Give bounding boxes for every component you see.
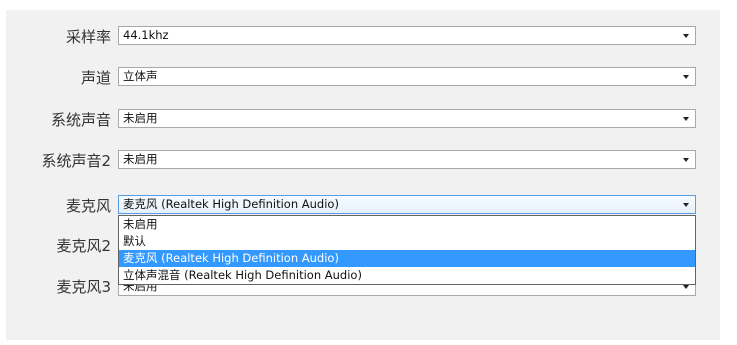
microphone-select[interactable]: 麦克风 (Realtek High Definition Audio) (118, 195, 696, 214)
microphone-option-stereo-mix[interactable]: 立体声混音 (Realtek High Definition Audio) (119, 267, 695, 284)
chevron-down-icon (680, 27, 690, 44)
chevron-down-icon (680, 110, 690, 127)
channels-value: 立体声 (123, 69, 158, 83)
microphone-3-label: 麦克风3 (56, 278, 111, 296)
chevron-down-icon (680, 68, 690, 85)
microphone-value: 麦克风 (Realtek High Definition Audio) (123, 197, 339, 211)
system-audio-value: 未启用 (123, 111, 158, 125)
microphone-option-default[interactable]: 默认 (119, 233, 695, 250)
system-audio-2-label: 系统声音2 (41, 152, 111, 170)
chevron-down-icon (680, 196, 690, 213)
microphone-option-disabled[interactable]: 未启用 (119, 216, 695, 233)
microphone-option-realtek-mic[interactable]: 麦克风 (Realtek High Definition Audio) (119, 250, 695, 267)
microphone-2-label: 麦克风2 (56, 237, 111, 255)
microphone-dropdown-list: 未启用 默认 麦克风 (Realtek High Definition Audi… (118, 215, 696, 285)
system-audio-2-select[interactable]: 未启用 (118, 150, 696, 169)
system-audio-select[interactable]: 未启用 (118, 109, 696, 128)
sample-rate-label: 采样率 (65, 28, 111, 46)
system-audio-2-value: 未启用 (123, 152, 158, 166)
chevron-down-icon (680, 151, 690, 168)
microphone-label: 麦克风 (65, 197, 111, 215)
channels-label: 声道 (80, 69, 111, 87)
sample-rate-select[interactable]: 44.1khz (118, 26, 696, 45)
channels-select[interactable]: 立体声 (118, 67, 696, 86)
sample-rate-value: 44.1khz (123, 28, 169, 42)
system-audio-label: 系统声音 (50, 111, 111, 129)
